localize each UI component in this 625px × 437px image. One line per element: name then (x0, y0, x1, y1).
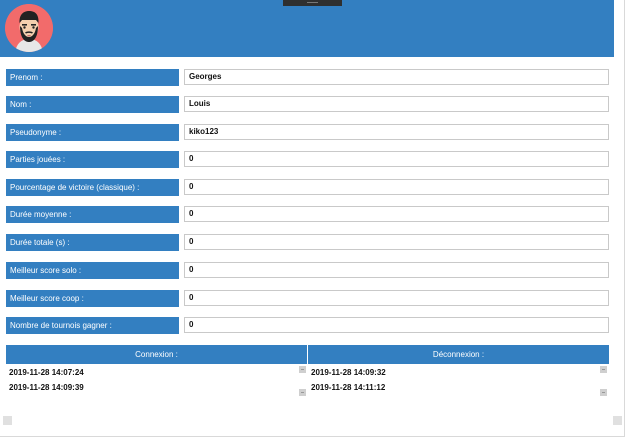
avatar[interactable] (5, 4, 53, 52)
connexion-scroll-up-button[interactable] (299, 366, 306, 373)
bearded-man-icon (5, 4, 53, 52)
scroll-left-button[interactable] (3, 416, 12, 425)
label-prenom: Prenom : (6, 69, 179, 86)
list-item: 2019-11-28 14:07:24 (9, 368, 84, 377)
deconnexion-header: Déconnexion : (308, 345, 609, 364)
label-pourcentage-victoire: Pourcentage de victoire (classique) : (6, 179, 179, 196)
nom-field[interactable]: Louis (184, 96, 609, 112)
tournois-gagner-field[interactable]: 0 (184, 317, 609, 333)
profile-header-bar (0, 0, 614, 57)
label-meilleur-score-coop: Meilleur score coop : (6, 290, 179, 307)
label-parties-jouees: Parties jouées : (6, 151, 179, 168)
list-item: 2019-11-28 14:09:32 (311, 368, 386, 377)
duree-moyenne-field[interactable]: 0 (184, 206, 609, 222)
list-item: 2019-11-28 14:11:12 (311, 383, 386, 392)
deconnexion-scroll-up-button[interactable] (600, 366, 607, 373)
label-duree-moyenne: Durée moyenne : (6, 206, 179, 223)
connexion-scroll-down-button[interactable] (299, 389, 306, 396)
pseudonyme-field[interactable]: kiko123 (184, 124, 609, 140)
label-duree-totale: Durée totale (s) : (6, 234, 179, 251)
scroll-right-button[interactable] (613, 416, 622, 425)
parties-jouees-field[interactable]: 0 (184, 151, 609, 167)
deconnexion-scroll-down-button[interactable] (600, 389, 607, 396)
window-drag-handle[interactable] (283, 0, 342, 6)
list-item: 2019-11-28 14:09:39 (9, 383, 84, 392)
pourcentage-victoire-field[interactable]: 0 (184, 179, 609, 195)
label-tournois-gagner: Nombre de tournois gagner : (6, 317, 179, 334)
prenom-field[interactable]: Georges (184, 69, 609, 85)
label-pseudonyme: Pseudonyme : (6, 124, 179, 141)
connexion-header: Connexion : (6, 345, 307, 364)
label-nom: Nom : (6, 96, 179, 113)
meilleur-score-solo-field[interactable]: 0 (184, 262, 609, 278)
label-meilleur-score-solo: Meilleur score solo : (6, 262, 179, 279)
meilleur-score-coop-field[interactable]: 0 (184, 290, 609, 306)
duree-totale-field[interactable]: 0 (184, 234, 609, 250)
